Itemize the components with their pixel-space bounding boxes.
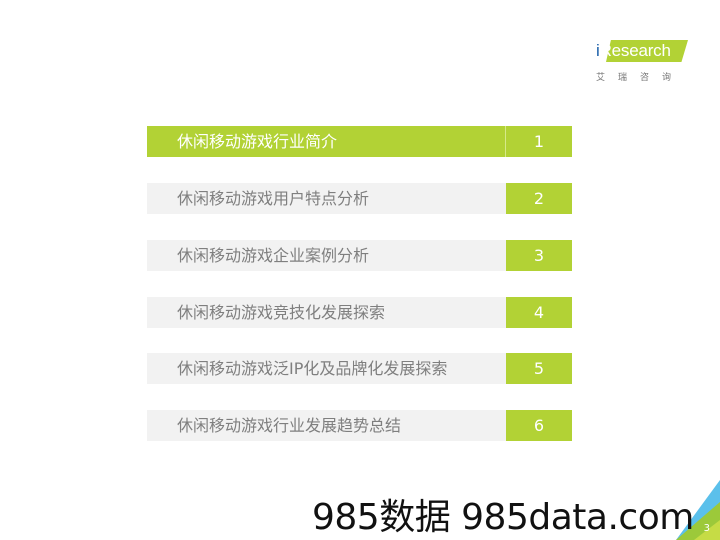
logo-text: iResearch [596,41,671,61]
page-number: 3 [703,523,710,534]
toc-number: 2 [505,183,572,214]
toc-item-2[interactable]: 休闲移动游戏用户特点分析 2 [147,183,572,214]
toc-label-box: 休闲移动游戏企业案例分析 [147,240,505,271]
watermark-text: 985数据 985data.com [312,497,694,538]
toc-label: 休闲移动游戏行业简介 [177,132,338,151]
toc-number: 1 [505,126,572,157]
toc-label-box: 休闲移动游戏竞技化发展探索 [147,297,505,328]
toc-number: 6 [505,410,572,441]
toc-item-3[interactable]: 休闲移动游戏企业案例分析 3 [147,240,572,271]
toc-label-box: 休闲移动游戏泛IP化及品牌化发展探索 [147,353,505,384]
toc-label-box: 休闲移动游戏行业发展趋势总结 [147,410,505,441]
toc-item-1[interactable]: 休闲移动游戏行业简介 1 [147,126,572,157]
toc-item-6[interactable]: 休闲移动游戏行业发展趋势总结 6 [147,410,572,441]
toc-number: 5 [505,353,572,384]
toc-label: 休闲移动游戏用户特点分析 [177,189,370,208]
toc-label-box: 休闲移动游戏用户特点分析 [147,183,505,214]
toc-item-5[interactable]: 休闲移动游戏泛IP化及品牌化发展探索 5 [147,353,572,384]
toc-item-4[interactable]: 休闲移动游戏竞技化发展探索 4 [147,297,572,328]
toc-label: 休闲移动游戏竞技化发展探索 [177,303,386,322]
logo-brand: Research [599,41,671,60]
toc-number: 3 [505,240,572,271]
toc-number: 4 [505,297,572,328]
iresearch-logo: iResearch 艾瑞咨询 [592,36,692,86]
toc-label-box: 休闲移动游戏行业简介 [147,126,505,157]
toc-label: 休闲移动游戏企业案例分析 [177,246,370,265]
toc-label: 休闲移动游戏泛IP化及品牌化发展探索 [177,359,448,378]
logo-chinese-name: 艾瑞咨询 [596,73,685,83]
toc-label: 休闲移动游戏行业发展趋势总结 [177,416,402,435]
